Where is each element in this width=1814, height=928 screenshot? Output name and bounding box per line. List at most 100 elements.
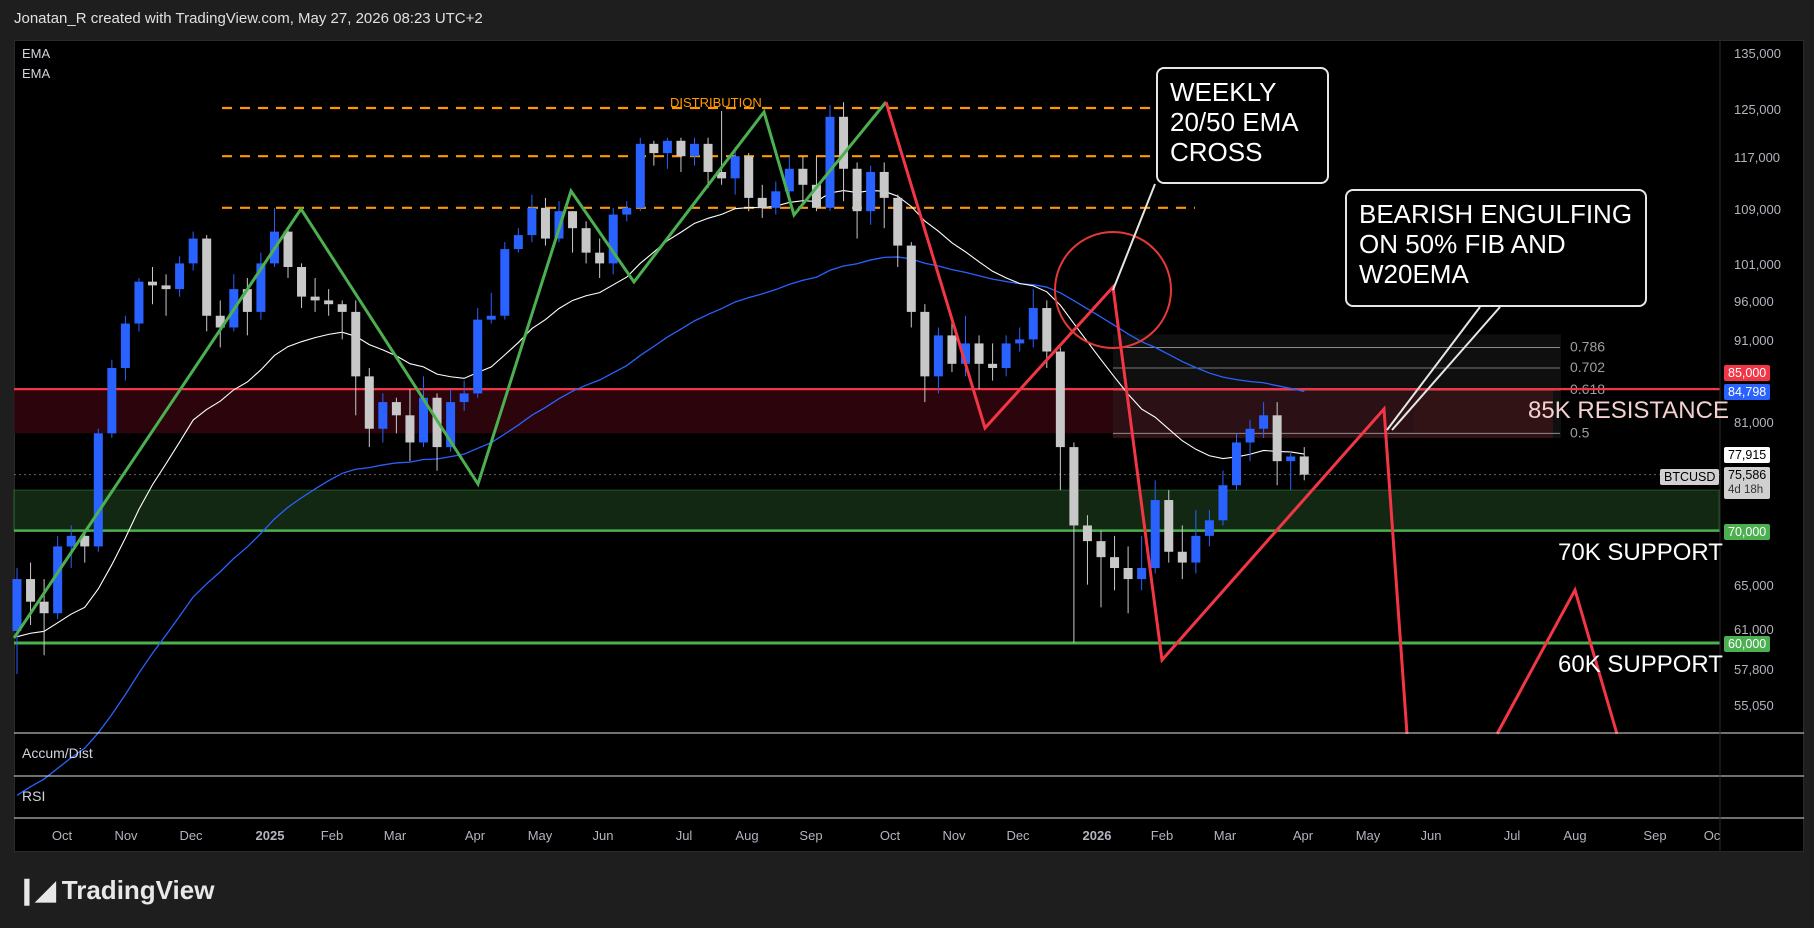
candle-body [568, 211, 578, 229]
candle-body [1164, 500, 1174, 552]
candle-body [622, 207, 632, 215]
price-axis-tick: 57,800 [1734, 662, 1774, 677]
price-axis-tick: 96,000 [1734, 294, 1774, 309]
candle-body [188, 238, 198, 264]
candle-body [866, 171, 876, 212]
callout-line: BEARISH ENGULFING [1359, 199, 1633, 229]
time-axis-tick: Apr [1293, 828, 1314, 843]
candle-body [744, 156, 754, 198]
candle-body [1272, 415, 1282, 462]
candle-body [771, 191, 781, 208]
candle-body [148, 281, 157, 286]
time-axis-tick: Aug [1563, 828, 1586, 843]
candle-body [378, 402, 388, 429]
fib-level-label: 0.5 [1570, 424, 1590, 440]
candle-body [662, 140, 672, 154]
symbol-tag: BTCUSD [1660, 469, 1720, 485]
candle-body [405, 415, 415, 443]
candle-body [690, 143, 699, 157]
candle-body [757, 197, 767, 208]
time-axis-tick: Mar [1214, 828, 1237, 843]
candle-body [364, 376, 374, 429]
time-axis-tick: Mar [384, 828, 407, 843]
price-axis-tick: 55,050 [1734, 698, 1774, 713]
time-axis-tick: Jun [1421, 828, 1442, 843]
tradingview-logo-icon: ❙◢ [16, 875, 56, 905]
candle-body [1218, 485, 1228, 521]
candle-body [459, 393, 469, 403]
candle-body [730, 156, 740, 179]
time-axis-tick: Dec [179, 828, 203, 843]
candle-body [703, 143, 713, 172]
price-axis-tick: 61,000 [1734, 622, 1774, 637]
support-70k-price-tag: 70,000 [1724, 524, 1771, 540]
candle-body [852, 168, 862, 212]
ema20-legend[interactable]: EMA [22, 46, 50, 61]
fib-box [1113, 334, 1561, 438]
time-axis-tick: Apr [465, 828, 486, 843]
candle-body [988, 363, 998, 368]
callout-pointer [1112, 183, 1156, 291]
candle-body [676, 140, 686, 157]
candle-body [1259, 415, 1269, 429]
candle-body [933, 335, 943, 377]
bullish-zigzag [12, 101, 888, 639]
candle-body [297, 267, 307, 297]
time-axis-tick: Sep [799, 828, 822, 843]
candle-body [947, 335, 957, 364]
time-axis-tick: Nov [942, 828, 966, 843]
candle-body [473, 319, 483, 394]
time-axis-tick: Oct [880, 828, 901, 843]
ema50-legend[interactable]: EMA [22, 66, 50, 81]
price-axis-tick: 91,000 [1734, 333, 1774, 348]
last-price: 75,586 [1728, 468, 1767, 482]
callout-line: CROSS [1170, 137, 1263, 167]
distribution-label: DISTRIBUTION [670, 95, 762, 110]
candle-body [1096, 541, 1106, 558]
tradingview-logo[interactable]: ❙◢ TradingView [16, 875, 214, 906]
candle-body [879, 171, 889, 198]
candle-body [527, 207, 537, 236]
candle-body [920, 311, 930, 377]
candle-body [26, 579, 36, 602]
candle-body [1150, 500, 1160, 569]
candle-body [202, 238, 212, 316]
candle-body [120, 323, 130, 368]
candle-body [1232, 442, 1241, 486]
candle-body [906, 245, 916, 312]
support-60k-price-tag: 60,000 [1724, 636, 1771, 652]
ema20-price-tag: 77,915 [1724, 447, 1771, 463]
candle-body [540, 207, 550, 239]
candle-body [1204, 520, 1214, 536]
candle-body [635, 143, 645, 208]
callout-line: WEEKLY [1170, 77, 1277, 107]
candle-body [39, 601, 49, 614]
price-axis-tick: 117,000 [1734, 150, 1780, 165]
candle-body [1191, 535, 1201, 563]
candle-body [1286, 456, 1296, 462]
time-axis-tick: May [528, 828, 553, 843]
candle-body [825, 116, 835, 208]
time-axis-tick: Jul [676, 828, 693, 843]
support-70k-label: 70K SUPPORT [1558, 539, 1723, 566]
candle-body [974, 343, 984, 364]
candle-body [351, 311, 361, 377]
candle-body [1001, 343, 1011, 368]
engulfing-callout: BEARISH ENGULFING ON 50% FIB AND W20EMA [1345, 189, 1647, 307]
candle-body [581, 228, 591, 253]
accum-dist-label[interactable]: Accum/Dist [22, 745, 93, 761]
callout-line: ON 50% FIB AND [1359, 229, 1566, 259]
resistance-price-tag: 85,000 [1724, 365, 1771, 381]
time-axis-tick: Sep [1643, 828, 1666, 843]
price-chart[interactable]: 0.7860.7020.6180.5DISTRIBUTION 135,00012… [0, 0, 1814, 928]
price-axis-tick: 125,000 [1734, 102, 1781, 117]
resistance-85k-label: 85K RESISTANCE [1528, 397, 1729, 424]
rsi-label[interactable]: RSI [22, 788, 45, 804]
candle-body [1137, 568, 1147, 580]
fib-level-label: 0.702 [1570, 359, 1605, 375]
candle-body [595, 252, 605, 264]
candle-body [107, 367, 117, 434]
candle-body [1082, 525, 1092, 542]
ema-cross-callout: WEEKLY 20/50 EMA CROSS [1156, 67, 1329, 184]
price-axis-tick: 135,000 [1734, 46, 1781, 61]
